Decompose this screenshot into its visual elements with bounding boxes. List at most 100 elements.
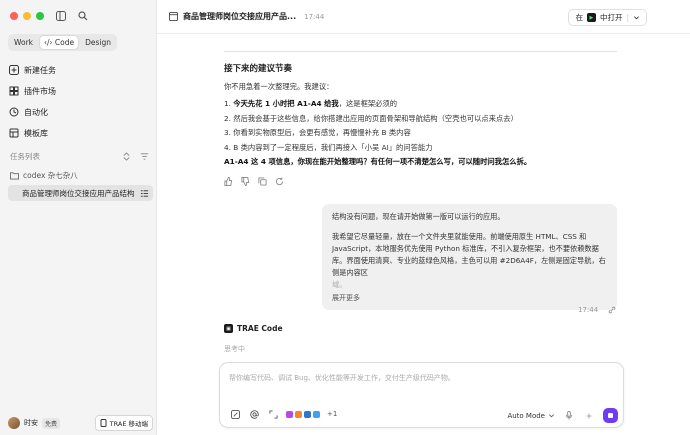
divider [224, 51, 617, 52]
list-item: 1. 今天先花 1 小时把 A1-A4 给我，这是框架必须的 [224, 97, 624, 112]
task-item-label: 商品管理师岗位交接应用产品结构 [22, 188, 135, 198]
user-name: 时安 [24, 419, 38, 427]
step-text: B 类内容到了一定程度后，我们再接入「小吴 AI」的问答能力 [233, 142, 433, 152]
sidebar-item-new-task[interactable]: 新建任务 [6, 60, 151, 80]
expand-icon[interactable] [267, 408, 279, 420]
folder-icon [10, 171, 19, 180]
sidebar-item-plugin-market[interactable]: 插件市场 [6, 81, 151, 101]
intro-text: 你不用急着一次整理完。我建议： [224, 82, 334, 91]
message-actions [224, 177, 624, 186]
at-mention-icon[interactable] [248, 408, 260, 420]
step-number: 4. [224, 142, 231, 152]
phone-icon [100, 419, 107, 427]
window-controls [10, 12, 44, 20]
title-bar: 商品管理师岗位交接应用产品... 17:44 在 ▶ 中打开 | [157, 0, 690, 34]
collapse-icon[interactable] [120, 150, 132, 162]
task-folder[interactable]: codex 杂七杂八 [8, 167, 153, 183]
page-title: 商品管理师岗位交接应用产品... [183, 12, 297, 21]
regenerate-icon[interactable] [275, 177, 284, 186]
filter-icon[interactable] [138, 150, 150, 162]
list-item: 4. B 类内容到了一定程度后，我们再接入「小吴 AI」的问答能力 [224, 141, 624, 156]
step-text: 你看到实物原型后，会更有感觉，再慢慢补充 B 类内容 [233, 128, 411, 137]
chevron-down-icon [549, 414, 554, 418]
close-window-button[interactable] [10, 12, 18, 20]
new-task-icon [9, 65, 19, 75]
mcp-tools[interactable] [286, 410, 320, 418]
composer-input[interactable]: 帮你编写代码、调试 Bug、优化性能等开发工作，交付生产级代码产物。 [229, 373, 455, 383]
sidebar-nav: 新建任务 插件市场 自动化 模板库 [6, 60, 151, 144]
sparkle-icon[interactable] [583, 410, 595, 422]
template-library-icon [9, 128, 19, 138]
link-icon[interactable] [606, 304, 618, 316]
edit-icon[interactable] [229, 408, 241, 420]
task-list-title: 任务列表 [10, 151, 40, 161]
user-profile[interactable]: 时安 免费 [8, 417, 61, 429]
copy-icon[interactable] [258, 177, 267, 186]
automation-icon [9, 107, 19, 117]
mcp-icon-b [295, 410, 302, 418]
thumbs-up-icon[interactable] [224, 177, 233, 186]
step-number: 2. [224, 113, 231, 123]
mode-selector[interactable]: Auto Mode [507, 412, 555, 420]
list-item: 3. 你看到实物原型后，会更有感觉，再慢慢补充 B 类内容 [224, 126, 624, 141]
open-in-ide-button[interactable]: 在 ▶ 中打开 | [568, 9, 647, 26]
agent-header: ▣ TRAE Code [224, 324, 283, 333]
maximize-window-button[interactable] [36, 12, 44, 20]
step-list: 1. 今天先花 1 小时把 A1-A4 给我，这是框架必须的 2. 然后我会基于… [224, 97, 624, 155]
plan-badge: 免费 [42, 417, 61, 429]
agent-status: 思考中 [224, 345, 245, 353]
user-message-body: 我希望它尽量轻量，放在一个文件夹里就能使用。前端使用原生 HTML、CSS 和 … [332, 231, 607, 279]
mobile-app-button[interactable]: TRAE 移动端 [94, 415, 153, 431]
toggle-sidebar-icon[interactable] [55, 10, 67, 22]
closing-question: A1-A4 这 4 项信息，你现在能开始整理吗？有任何一项不清楚怎么写，可以随时… [224, 157, 532, 166]
minimize-window-button[interactable] [23, 12, 31, 20]
user-message-fade: 域。 [332, 280, 347, 289]
sidebar-item-label: 自动化 [24, 107, 48, 117]
microphone-icon[interactable] [563, 410, 575, 422]
extra-tools-count[interactable]: +1 [327, 410, 337, 418]
sidebar-footer: 时安 免费 TRAE 移动端 [8, 415, 153, 431]
stop-icon [608, 413, 613, 418]
tab-work[interactable]: Work [10, 36, 37, 49]
open-label: 中打开 [599, 13, 623, 22]
task-menu-icon[interactable] [138, 187, 150, 199]
task-item-active[interactable]: 商品管理师岗位交接应用产品结构 [8, 185, 153, 201]
stop-button[interactable] [603, 408, 618, 423]
mobile-app-label: TRAE 移动端 [109, 420, 148, 428]
task-folder-label: codex 杂七杂八 [23, 170, 78, 180]
sidebar-item-label: 新建任务 [24, 65, 56, 75]
mcp-icon-a [286, 410, 293, 418]
sidebar-item-label: 模板库 [24, 128, 48, 138]
user-message-para2: 我希望它尽量轻量，放在一个文件夹里就能使用。前端使用原生 HTML、CSS 和 … [332, 232, 606, 277]
step-number: 1. [224, 99, 231, 108]
chevron-down-icon[interactable] [633, 14, 640, 21]
agent-name: TRAE Code [237, 324, 283, 333]
user-message-bubble: 结构没有问题，现在请开始做第一版可以运行的应用。 我希望它尽量轻量，放在一个文件… [322, 204, 617, 310]
avatar [8, 417, 20, 429]
assistant-message: 接下来的建议节奏 你不用急着一次整理完。我建议： 1. 今天先花 1 小时把 A… [224, 58, 624, 186]
message-composer: 帮你编写代码、调试 Bug、优化性能等开发工作，交付生产级代码产物。 +1 Au… [219, 362, 624, 428]
main-panel: 商品管理师岗位交接应用产品... 17:44 在 ▶ 中打开 | 接下来的建议节… [157, 0, 690, 435]
list-item: 2. 然后我会基于这些信息，给你搭建出应用的页面骨架和导航结构（空壳也可以点来点… [224, 112, 624, 127]
tab-code-label: Code [54, 38, 75, 47]
window-icon [169, 12, 178, 21]
step-bold: 今天先花 1 小时把 A1-A4 给我 [233, 99, 339, 108]
step-number: 3. [224, 128, 231, 137]
thumbs-down-icon[interactable] [241, 177, 250, 186]
header-time: 17:44 [304, 12, 325, 21]
tab-code[interactable]: ‹/› Code [40, 36, 79, 49]
task-group: codex 杂七杂八 商品管理师岗位交接应用产品结构 [8, 167, 153, 201]
task-list-header: 任务列表 [10, 150, 150, 162]
sidebar-item-label: 插件市场 [24, 86, 56, 96]
user-message-meta: 17:44 [578, 304, 618, 316]
step-text: 然后我会基于这些信息，给你搭建出应用的页面骨架和导航结构（空壳也可以点来点去） [233, 113, 518, 123]
sidebar-item-template-library[interactable]: 模板库 [6, 123, 151, 143]
mcp-icon-c [304, 410, 311, 418]
mcp-icon-d [313, 410, 320, 418]
mode-selector-label: Auto Mode [507, 411, 545, 420]
sidebar-item-automation[interactable]: 自动化 [6, 102, 151, 122]
expand-more-link[interactable]: 展开更多 [332, 292, 607, 304]
section-heading: 接下来的建议节奏 [224, 64, 293, 74]
search-icon[interactable] [77, 10, 89, 22]
tab-design[interactable]: Design [81, 36, 115, 49]
